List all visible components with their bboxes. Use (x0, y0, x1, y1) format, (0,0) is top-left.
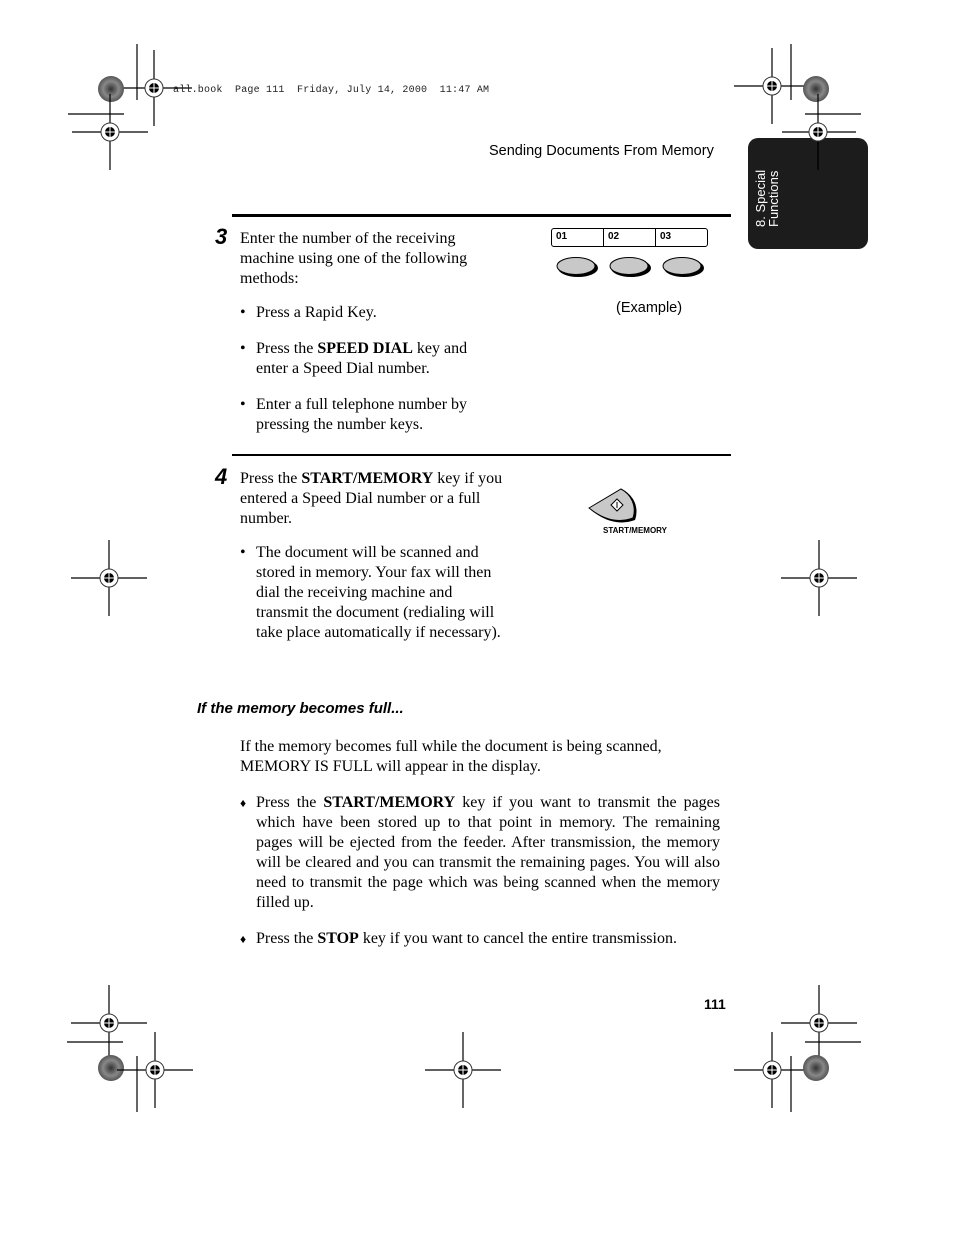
step3-intro: Enter the number of the receiving machin… (240, 230, 468, 287)
list-item: • The document will be scanned and store… (240, 543, 505, 643)
example-caption: (Example) (616, 300, 683, 316)
color-target-icon (803, 1055, 829, 1081)
bullet-icon: • (240, 340, 246, 357)
registration-mark (116, 1031, 194, 1109)
step4-divider (232, 454, 731, 456)
text: key if you want to transmit the pages wh… (256, 794, 720, 911)
list-item-text: Press the START/MEMORY key if you want t… (256, 793, 720, 913)
text: Press the (240, 470, 302, 487)
memory-full-bullets: ♦ Press the START/MEMORY key if you want… (240, 793, 720, 949)
diamond-bullet-icon: ♦ (240, 796, 247, 810)
list-item-text: The document will be scanned and stored … (256, 544, 501, 641)
rapid-key-icon (609, 257, 651, 277)
registration-mark (71, 93, 149, 171)
rapid-key-icon (556, 257, 598, 277)
text: Press the (256, 794, 324, 811)
registration-mark (780, 539, 858, 617)
start-memory-key-icon (588, 488, 637, 523)
registration-mark (424, 1031, 502, 1109)
registration-mark (782, 94, 856, 170)
running-head: Sending Documents From Memory (489, 143, 714, 159)
key-name: STOP (317, 930, 359, 947)
color-target-icon (98, 76, 124, 102)
rapid-key-label: 02 (603, 229, 655, 246)
rapid-key-label: 01 (556, 231, 568, 242)
step4-bullets: • The document will be scanned and store… (240, 543, 505, 643)
color-target-icon (98, 1055, 124, 1081)
list-item-text: Enter a full telephone number by pressin… (256, 395, 500, 435)
registration-mark (70, 539, 148, 617)
list-item: • Press the SPEED DIAL key and enter a S… (240, 339, 500, 379)
step4-intro: Press the START/MEMORY key if you entere… (240, 469, 505, 529)
rapid-key-icon (662, 257, 704, 277)
memory-full-paragraph: If the memory becomes full while the doc… (240, 738, 662, 775)
key-name: START/MEMORY (323, 794, 456, 811)
list-item: ♦ Press the STOP key if you want to canc… (240, 929, 720, 949)
text: Press the (256, 930, 318, 947)
text: Press a Rapid Key. (256, 304, 377, 321)
print-slug: all.book Page 111 Friday, July 14, 2000 … (173, 85, 490, 96)
registration-mark (70, 984, 148, 1062)
list-item: • Enter a full telephone number by press… (240, 395, 500, 435)
text: Enter a full telephone number by pressin… (256, 396, 468, 433)
bullet-icon: • (240, 396, 246, 413)
rapid-key-labels: 01 02 03 (551, 228, 708, 247)
chapter-tab-label: 8. Special Functions (753, 137, 781, 227)
rapid-key-label: 03 (655, 229, 707, 246)
key-name: START/MEMORY (301, 470, 434, 487)
list-item: • Press a Rapid Key. (240, 303, 500, 323)
step4-number: 4 (215, 464, 228, 489)
key-name: SPEED DIAL (317, 340, 413, 357)
list-item: ♦ Press the START/MEMORY key if you want… (240, 793, 720, 913)
rapid-keys-illustration (556, 257, 704, 277)
step3-divider (232, 214, 731, 217)
step3-bullets: • Press a Rapid Key. • Press the SPEED D… (240, 303, 500, 435)
list-item-text: Press a Rapid Key. (256, 303, 377, 323)
registration-mark (733, 1031, 811, 1109)
diamond-bullet-icon: ♦ (240, 932, 247, 946)
registration-mark (780, 984, 858, 1062)
step3-number: 3 (215, 224, 228, 249)
chapter-tab-line2: Functions (766, 170, 781, 227)
text: Press the (256, 340, 318, 357)
bullet-icon: • (240, 544, 246, 561)
section-heading: If the memory becomes full... (197, 700, 404, 717)
start-memory-key-label: START/MEMORY (603, 526, 667, 535)
list-item-text: Press the STOP key if you want to cancel… (256, 929, 677, 949)
text: key if you want to cancel the entire tra… (358, 930, 677, 947)
page-number: 111 (704, 996, 726, 1012)
bullet-icon: • (240, 304, 246, 321)
list-item-text: Press the SPEED DIAL key and enter a Spe… (256, 339, 500, 379)
